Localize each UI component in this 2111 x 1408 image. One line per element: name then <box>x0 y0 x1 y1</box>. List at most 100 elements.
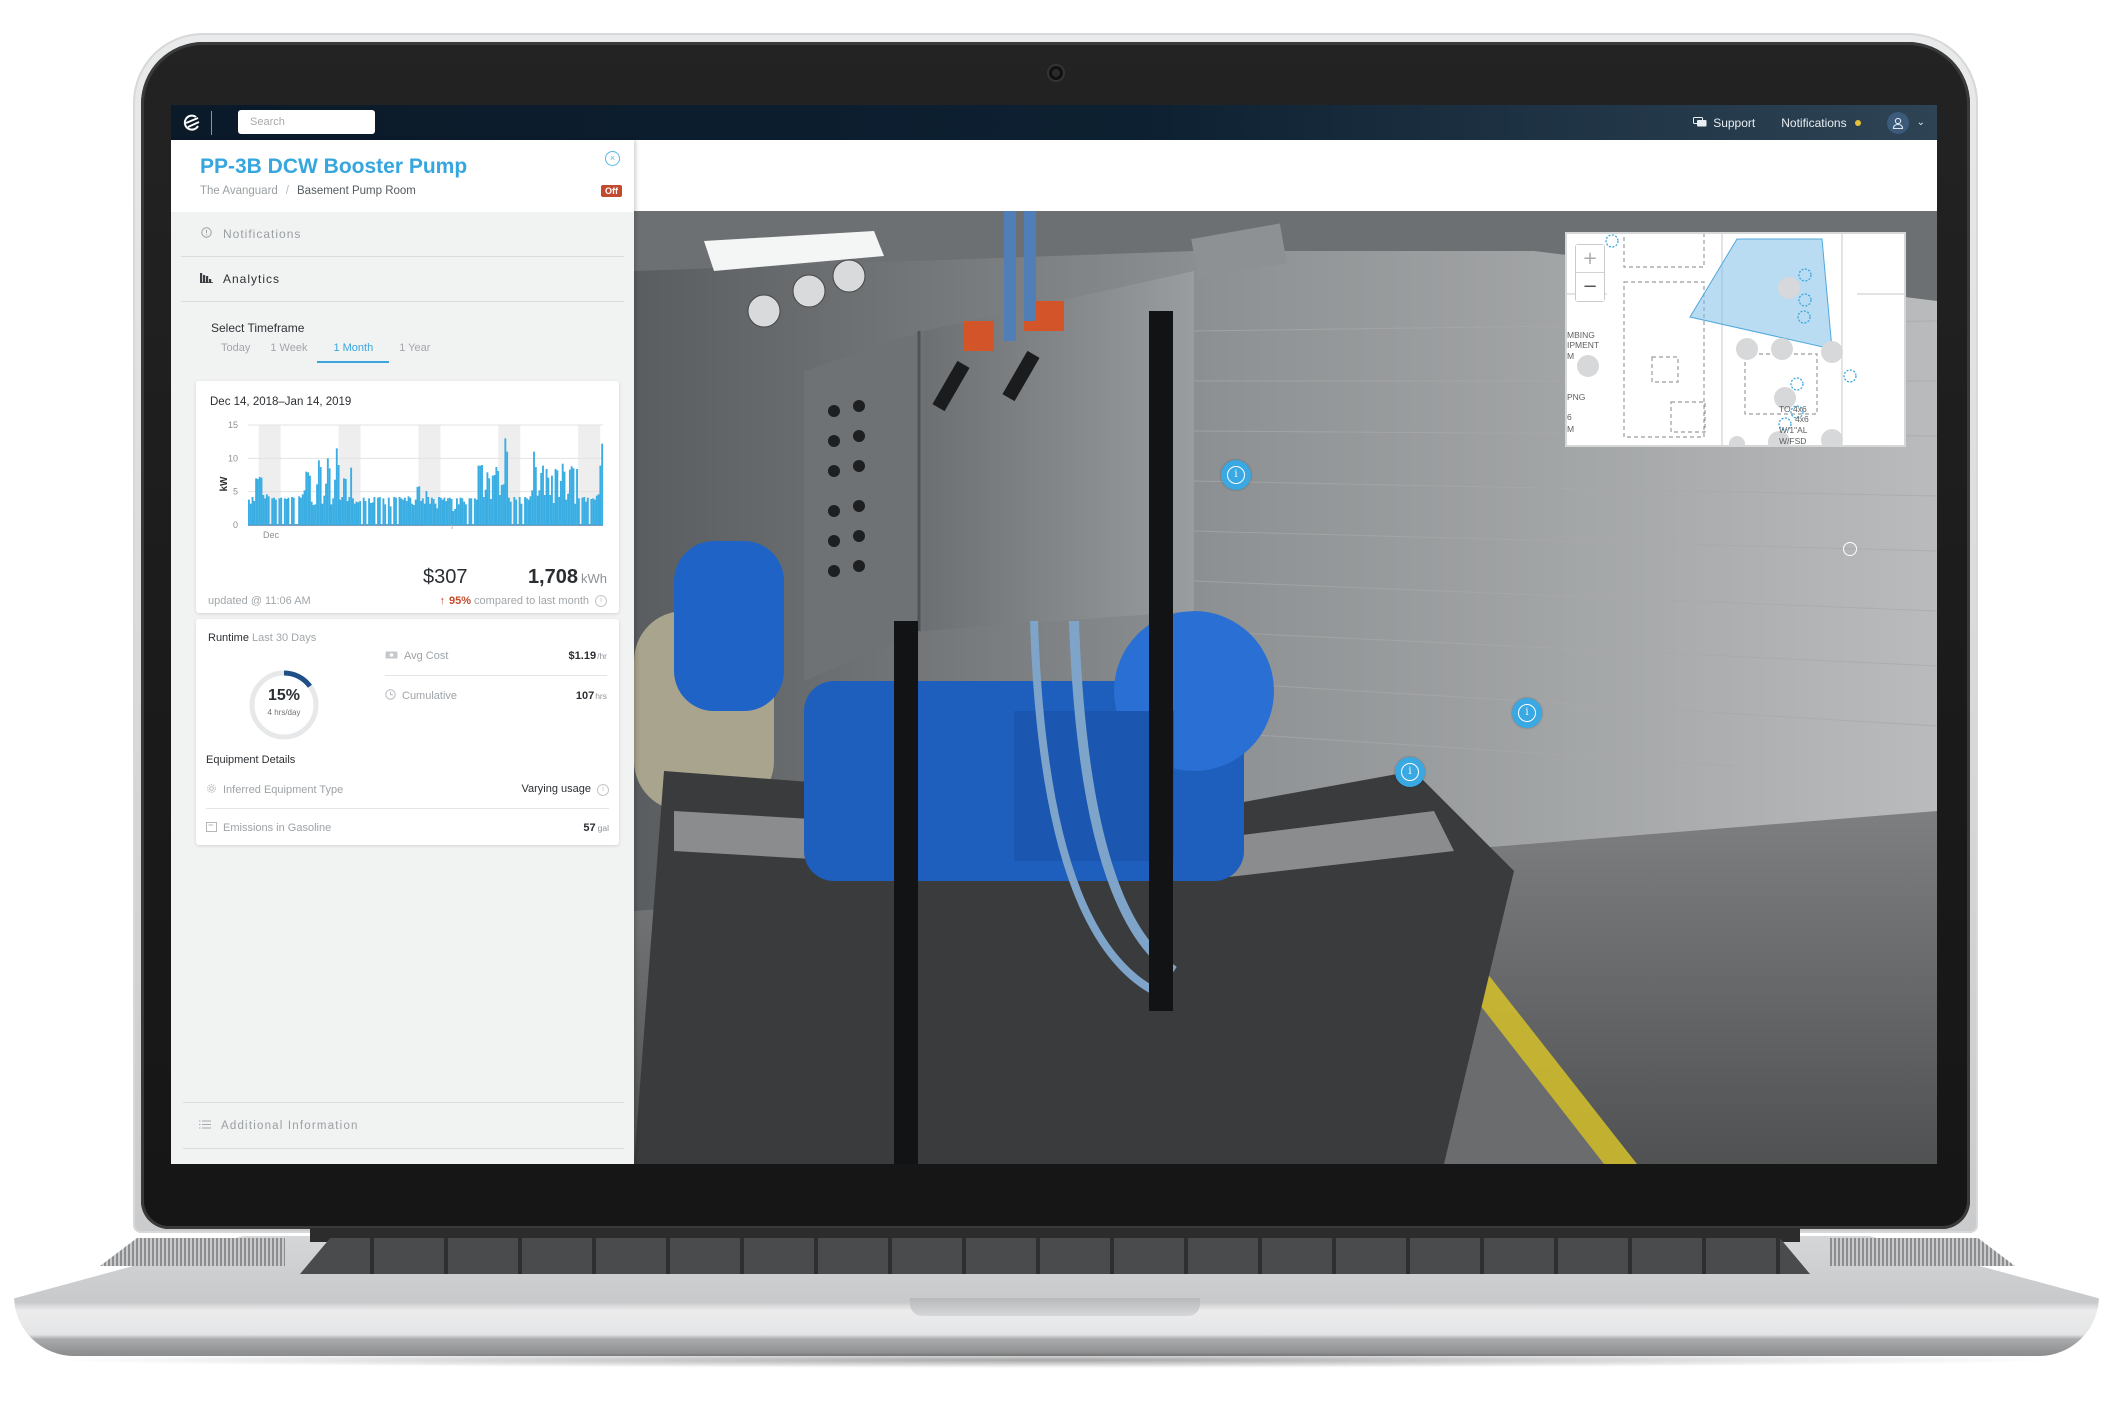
additional-information-label: Additional Information <box>221 1120 359 1132</box>
chart-bar <box>445 501 448 525</box>
info-hotspot-pump[interactable]: i <box>1395 757 1425 787</box>
chart-bar <box>448 497 451 525</box>
chevron-down-icon[interactable]: ⌄ <box>1917 117 1925 128</box>
user-avatar[interactable] <box>1886 111 1909 134</box>
emissions-unit: gal <box>597 822 609 833</box>
chart-bar <box>258 477 261 525</box>
chart-bar <box>468 498 471 525</box>
chart-bar <box>341 497 344 525</box>
chart-bar <box>274 499 277 525</box>
chart-bar <box>450 499 453 525</box>
chart-bar <box>389 506 392 525</box>
chart-bar <box>518 497 521 525</box>
tab-1-week[interactable]: 1 Week <box>260 336 317 363</box>
section-analytics[interactable]: Analytics <box>181 257 624 302</box>
chart-bar <box>414 499 417 525</box>
chart-bar <box>473 498 476 525</box>
chart-bar <box>317 460 320 525</box>
chart-bar <box>253 501 256 525</box>
bar-chart-icon <box>197 272 215 286</box>
runtime-card: Runtime Last 30 Days 15% 4 hrs/day Avg C… <box>196 619 619 845</box>
breadcrumb-building[interactable]: The Avanguard <box>200 185 278 197</box>
chart-bar <box>285 499 288 525</box>
gear-icon <box>206 783 217 797</box>
section-attached-files[interactable]: Attached Files <box>183 1148 624 1164</box>
chart-bar <box>411 503 414 525</box>
chart-bar <box>515 499 518 525</box>
info-hotspot-motor[interactable]: i <box>1512 698 1542 728</box>
search-input[interactable] <box>238 110 375 134</box>
info-icon[interactable]: i <box>597 783 609 796</box>
chart-bar <box>323 495 326 525</box>
floorplan-minimap[interactable]: MBING IPMENT M PNG 6 M TO 4x6 4x6 W/1"AL… <box>1565 232 1906 447</box>
floorplan-label: 4x6 <box>1795 414 1809 424</box>
chart-bar <box>438 497 440 525</box>
info-icon[interactable]: i <box>595 595 607 608</box>
runtime-title-label: Runtime <box>208 632 249 644</box>
chart-bar <box>559 481 562 525</box>
nav-divider <box>211 111 212 135</box>
chart-bar <box>590 499 593 525</box>
tab-1-month[interactable]: 1 Month <box>317 336 390 363</box>
arrow-up-icon: ↑ <box>439 595 445 607</box>
zoom-out-button[interactable]: − <box>1576 273 1604 301</box>
brand-logo-icon[interactable] <box>181 112 203 134</box>
chart-bar <box>387 497 390 525</box>
equipment-type-label: Inferred Equipment Type <box>223 783 344 796</box>
chart-bar <box>301 494 304 525</box>
chart-bar <box>477 465 480 525</box>
chart-bar <box>585 501 587 525</box>
floorplan-label: 6 <box>1567 412 1572 422</box>
chart-bar <box>298 496 301 525</box>
chart-bar <box>249 503 252 525</box>
chart-bar <box>292 497 295 525</box>
equipment-type-row: Inferred Equipment Type Varying usage i <box>206 771 609 809</box>
chart-bar <box>581 497 584 525</box>
section-notifications[interactable]: Notifications <box>181 212 624 257</box>
chart-bar <box>314 504 317 525</box>
notifications-link[interactable]: Notifications <box>1781 116 1861 130</box>
chart-bar <box>558 497 561 525</box>
tab-1-year[interactable]: 1 Year <box>389 336 440 363</box>
chart-bar <box>409 497 412 525</box>
chart-bar <box>574 503 577 525</box>
chart-bar <box>509 501 512 525</box>
chart-bar <box>577 498 580 525</box>
chart-bar <box>430 497 433 525</box>
chart-bar <box>353 503 356 525</box>
chart-bar <box>305 471 308 525</box>
tab-today[interactable]: Today <box>211 336 260 363</box>
support-link[interactable]: Support <box>1693 116 1755 130</box>
chart-bar <box>502 484 505 525</box>
zoom-in-button[interactable]: + <box>1576 245 1604 273</box>
section-additional-information[interactable]: Additional Information <box>183 1102 624 1149</box>
chart-bar <box>464 504 467 525</box>
info-hotspot-panel[interactable]: i <box>1221 460 1251 490</box>
chart-bar <box>583 497 586 525</box>
section-analytics-label: Analytics <box>223 272 281 286</box>
floorplan-label: M <box>1567 351 1574 361</box>
navigation-cursor[interactable] <box>1843 542 1857 556</box>
chart-bar <box>303 490 306 525</box>
chart-bar <box>393 497 396 525</box>
chart-bar <box>497 471 500 525</box>
chart-bar <box>405 501 408 525</box>
chart-bar <box>491 475 494 525</box>
chart-bar <box>307 472 310 525</box>
change-text: compared to last month <box>474 595 589 607</box>
alert-circle-icon <box>197 227 215 241</box>
chart-bar <box>350 467 353 525</box>
chart-bar <box>321 503 324 525</box>
gas-can-icon <box>206 821 217 835</box>
chart-bar <box>420 501 423 525</box>
updated-timestamp: updated @ 11:06 AM <box>208 595 311 607</box>
chart-bar <box>493 475 496 525</box>
breadcrumb-room[interactable]: Basement Pump Room <box>297 185 416 197</box>
chart-bar <box>506 451 509 525</box>
chart-bar <box>255 478 258 525</box>
runtime-subtitle: Last 30 Days <box>252 632 317 644</box>
panorama-viewer[interactable]: i i i MBING IPMENT M PNG 6 M TO 4x6 4x6 … <box>634 211 1937 1164</box>
close-icon[interactable]: × <box>605 151 620 166</box>
floorplan-label: W/FSD <box>1779 436 1806 446</box>
chart-bar <box>351 498 354 525</box>
